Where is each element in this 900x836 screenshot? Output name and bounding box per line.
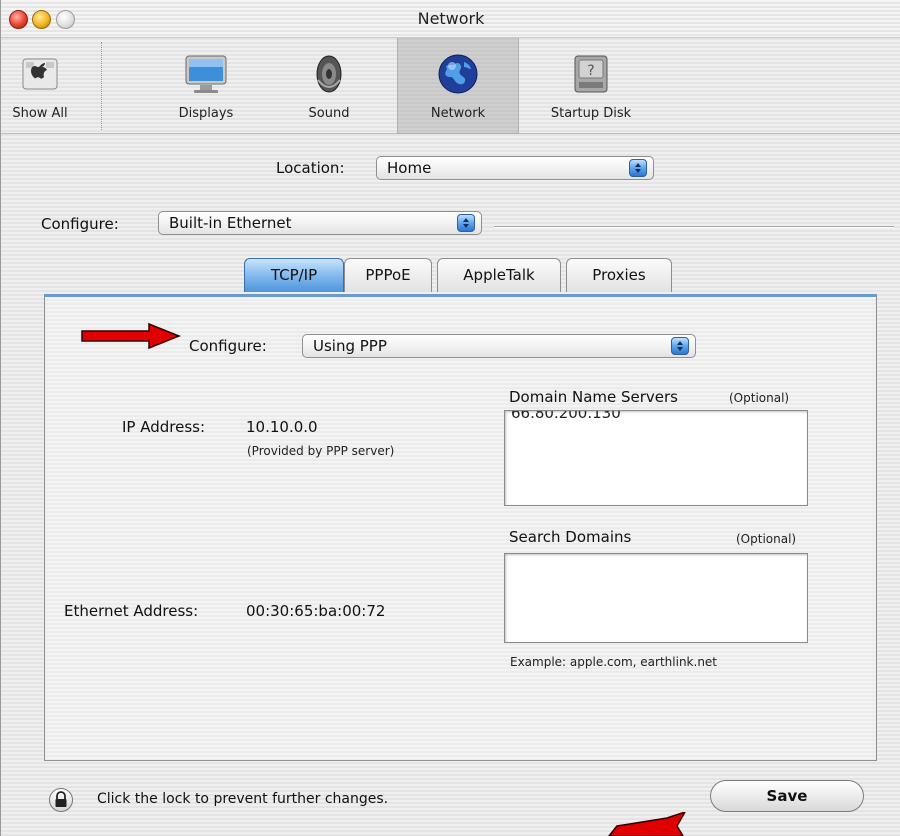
tcpip-configure-label: Configure: [189, 337, 267, 355]
tcpip-configure-value: Using PPP [313, 337, 387, 355]
search-domains-example: Example: apple.com, earthlink.net [510, 655, 718, 669]
toolbar-label: Show All [12, 106, 68, 121]
red-arrow-save-annotation-icon [608, 812, 686, 836]
popup-arrows-icon [629, 159, 647, 177]
location-value: Home [387, 159, 432, 177]
tab-appletalk[interactable]: AppleTalk [437, 258, 561, 292]
toolbar-item-startup-disk[interactable]: ? Startup Disk [529, 38, 653, 134]
lock-message: Click the lock to prevent further change… [97, 791, 389, 807]
dns-optional-label: (Optional) [729, 391, 790, 405]
toolbar-label: Startup Disk [550, 106, 632, 121]
search-domains-label: Search Domains [509, 528, 632, 546]
lock-icon [55, 791, 67, 807]
toolbar-item-sound[interactable]: Sound [271, 38, 387, 134]
popup-arrows-icon [457, 214, 475, 232]
toolbar-separator [101, 42, 102, 130]
search-domains-field[interactable] [504, 553, 808, 643]
display-icon [185, 55, 227, 93]
search-domains-optional-label: (Optional) [736, 532, 797, 546]
dns-label: Domain Name Servers [509, 388, 678, 406]
tcpip-configure-popup[interactable]: Using PPP [302, 334, 696, 358]
globe-icon [438, 54, 478, 94]
ethernet-address-label: Ethernet Address: [64, 602, 199, 620]
location-label: Location: [276, 159, 345, 177]
configure-interface-label: Configure: [41, 215, 119, 233]
configure-interface-value: Built-in Ethernet [169, 214, 292, 232]
toolbar-item-show-all[interactable]: Show All [1, 38, 79, 134]
dns-servers-field[interactable]: 66.80.200.130 [504, 410, 808, 506]
apple-logo-icon [22, 58, 58, 90]
tab-proxies[interactable]: Proxies [566, 258, 672, 292]
disk-icon: ? [574, 55, 608, 93]
location-popup[interactable]: Home [376, 156, 654, 180]
ethernet-address-value: 00:30:65:ba:00:72 [246, 602, 386, 620]
svg-text:?: ? [587, 63, 594, 79]
toolbar-item-displays[interactable]: Displays [151, 38, 261, 134]
dns-servers-value: 66.80.200.130 [511, 410, 621, 422]
lock-button[interactable] [49, 788, 73, 812]
separator-line [494, 226, 894, 228]
tcpip-panel [44, 294, 877, 761]
popup-arrows-icon [671, 337, 689, 355]
toolbar-label: Displays [178, 106, 234, 121]
network-preferences-window: Network Show All Displays Sound Network … [0, 0, 900, 836]
speaker-icon [316, 55, 342, 93]
tab-tcpip[interactable]: TCP/IP [244, 258, 344, 292]
red-arrow-annotation-icon [81, 322, 181, 350]
save-button[interactable]: Save [710, 780, 864, 812]
toolbar-label: Network [430, 106, 486, 121]
window-title: Network [417, 9, 485, 28]
ip-address-note: (Provided by PPP server) [247, 444, 395, 458]
ip-address-label: IP Address: [122, 418, 206, 436]
ip-address-value: 10.10.0.0 [246, 418, 318, 436]
toolbar-label: Sound [308, 106, 350, 121]
title-bar[interactable]: Network [1, 0, 900, 38]
preferences-toolbar: Show All Displays Sound Network ? Startu… [1, 38, 900, 134]
tab-pppoe[interactable]: PPPoE [344, 258, 432, 292]
configure-interface-popup[interactable]: Built-in Ethernet [158, 211, 482, 235]
toolbar-item-network[interactable]: Network [397, 38, 519, 134]
